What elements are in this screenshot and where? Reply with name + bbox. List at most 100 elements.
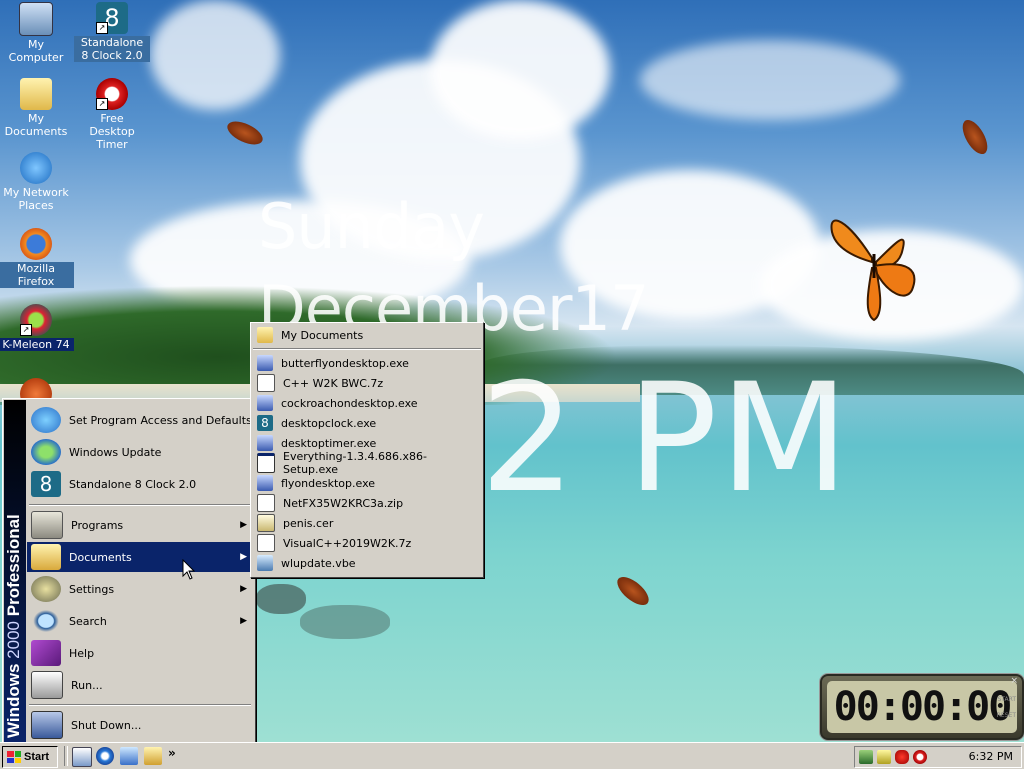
timer-start-button[interactable]: START xyxy=(997,696,1016,703)
submenu-item-label: desktopclock.exe xyxy=(281,416,377,430)
start-item-label: Search xyxy=(69,614,107,628)
start-item-settings[interactable]: Settings ▶ xyxy=(27,574,253,604)
program-access-icon xyxy=(31,407,61,433)
submenu-item-file[interactable]: 8 desktopclock.exe xyxy=(253,413,481,433)
network-places-icon xyxy=(20,152,52,184)
start-item-help[interactable]: Help xyxy=(27,638,253,668)
banner-version: 2000 xyxy=(4,620,23,659)
submenu-item-file[interactable]: cockroachondesktop.exe xyxy=(253,393,481,413)
desktop-icon-label: Free Desktop Timer xyxy=(89,112,135,151)
start-button[interactable]: Start xyxy=(2,746,58,768)
start-button-label: Start xyxy=(24,751,50,763)
quick-launch-overflow-icon[interactable]: » xyxy=(168,746,176,760)
submenu-item-file[interactable]: butterflyondesktop.exe xyxy=(253,353,481,373)
network-icon[interactable] xyxy=(859,750,873,764)
submenu-arrow-icon: ▶ xyxy=(240,520,247,530)
my-computer-icon xyxy=(19,2,53,36)
mouse-cursor xyxy=(182,559,196,580)
desktop-icon-network-places[interactable]: My Network Places xyxy=(0,152,74,212)
search-icon xyxy=(31,608,61,634)
submenu-item-file[interactable]: NetFX35W2KRC3a.zip xyxy=(253,493,481,513)
submenu-item-label: penis.cer xyxy=(283,516,334,530)
submenu-item-file[interactable]: wlupdate.vbe xyxy=(253,553,481,573)
desktop-icon-label: K-Meleon 74 xyxy=(0,338,74,351)
submenu-arrow-icon: ▶ xyxy=(240,616,247,626)
start-menu-separator xyxy=(29,504,251,506)
desktop-icon-my-documents[interactable]: My Documents xyxy=(0,78,74,138)
start-item-program-access[interactable]: Set Program Access and Defaults xyxy=(27,405,253,435)
start-item-label: Windows Update xyxy=(69,445,162,459)
firefox-icon xyxy=(20,228,52,260)
submenu-item-label: C++ W2K BWC.7z xyxy=(283,376,384,390)
submenu-separator xyxy=(253,348,481,350)
taskbar: Start » 6:32 PM xyxy=(0,742,1024,769)
start-item-search[interactable]: Search ▶ xyxy=(27,606,253,636)
submenu-arrow-icon: ▶ xyxy=(240,584,247,594)
installer-icon xyxy=(257,395,273,411)
outlook-express-icon[interactable] xyxy=(120,747,138,765)
desktop-icon-my-computer[interactable]: My Computer xyxy=(0,2,74,64)
desktop-icon-label: Standalone 8 Clock 2.0 xyxy=(74,36,150,62)
help-icon xyxy=(31,640,61,666)
start-item-label: Shut Down... xyxy=(71,718,142,732)
installer-icon xyxy=(257,475,273,491)
desktop-icon-firefox[interactable]: Mozilla Firefox xyxy=(0,228,74,288)
windows-logo-icon xyxy=(7,751,21,763)
archive-icon xyxy=(257,534,275,552)
folder-icon xyxy=(257,327,273,343)
documents-icon xyxy=(31,544,61,570)
start-item-windows-update[interactable]: Windows Update xyxy=(27,437,253,467)
system-tray: 6:32 PM xyxy=(854,746,1022,768)
submenu-item-label: My Documents xyxy=(281,328,364,342)
clock-time: 2 PM xyxy=(480,352,851,526)
my-documents-icon xyxy=(20,78,52,110)
clock-day: Sunday xyxy=(258,190,485,263)
submenu-item-file[interactable]: Everything-1.3.4.686.x86-Setup.exe xyxy=(253,450,481,476)
start-item-run[interactable]: Run... xyxy=(27,670,253,700)
start-item-label: Help xyxy=(69,646,95,660)
submenu-item-label: flyondesktop.exe xyxy=(281,476,376,490)
timer-tray-icon[interactable] xyxy=(913,750,927,764)
start-item-documents[interactable]: Documents ▶ xyxy=(27,542,253,572)
submenu-item-label: cockroachondesktop.exe xyxy=(281,396,418,410)
start-menu-separator xyxy=(29,704,251,706)
start-item-label: Set Program Access and Defaults xyxy=(69,413,252,427)
submenu-item-label: NetFX35W2KRC3a.zip xyxy=(283,496,404,510)
start-item-shutdown[interactable]: Shut Down... xyxy=(27,710,253,740)
run-icon xyxy=(31,671,63,699)
start-menu: Windows 2000 Professional Set Program Ac… xyxy=(2,398,256,744)
documents-submenu: My Documents butterflyondesktop.exe C++ … xyxy=(250,322,484,578)
start-item-label: Settings xyxy=(69,582,115,596)
desktop-icon-standalone-clock[interactable]: 8 ↗ Standalone 8 Clock 2.0 xyxy=(74,2,150,62)
show-desktop-icon[interactable] xyxy=(72,747,92,767)
internet-explorer-icon[interactable] xyxy=(96,747,114,765)
desktop-icon-k-meleon[interactable]: ↗ K-Meleon 74 xyxy=(0,304,74,351)
desktop-icon-label: My Computer xyxy=(8,38,64,64)
script-icon xyxy=(257,555,273,571)
start-item-label: Programs xyxy=(71,518,124,532)
archive-icon xyxy=(257,494,275,512)
submenu-item-file[interactable]: penis.cer xyxy=(253,513,481,533)
explorer-icon[interactable] xyxy=(144,747,162,765)
tray-clock[interactable]: 6:32 PM xyxy=(969,750,1013,763)
submenu-item-file[interactable]: flyondesktop.exe xyxy=(253,473,481,493)
submenu-arrow-icon: ▶ xyxy=(240,552,247,562)
submenu-item-my-documents[interactable]: My Documents xyxy=(253,325,481,345)
desktop-timer-widget[interactable]: 00:00:00 × START RESET xyxy=(820,674,1024,740)
close-icon[interactable]: × xyxy=(1010,676,1018,686)
start-item-label: Standalone 8 Clock 2.0 xyxy=(69,477,197,491)
butterfly-tray-icon[interactable] xyxy=(895,750,909,764)
start-item-label: Documents xyxy=(69,550,132,564)
submenu-item-file[interactable]: C++ W2K BWC.7z xyxy=(253,373,481,393)
clock8-icon: 8 xyxy=(31,471,61,497)
desktop-icon-free-desktop-timer[interactable]: ↗ Free Desktop Timer xyxy=(74,78,150,151)
start-item-standalone-clock[interactable]: 8 Standalone 8 Clock 2.0 xyxy=(27,469,253,499)
submenu-item-file[interactable]: VisualC++2019W2K.7z xyxy=(253,533,481,553)
butterfly-sprite xyxy=(830,219,916,322)
volume-icon[interactable] xyxy=(877,750,891,764)
start-item-programs[interactable]: Programs ▶ xyxy=(27,510,253,540)
certificate-icon xyxy=(257,514,275,532)
timer-icon: ↗ xyxy=(96,78,128,110)
timer-face: 00:00:00 xyxy=(827,681,1017,733)
timer-reset-button[interactable]: RESET xyxy=(997,712,1016,719)
